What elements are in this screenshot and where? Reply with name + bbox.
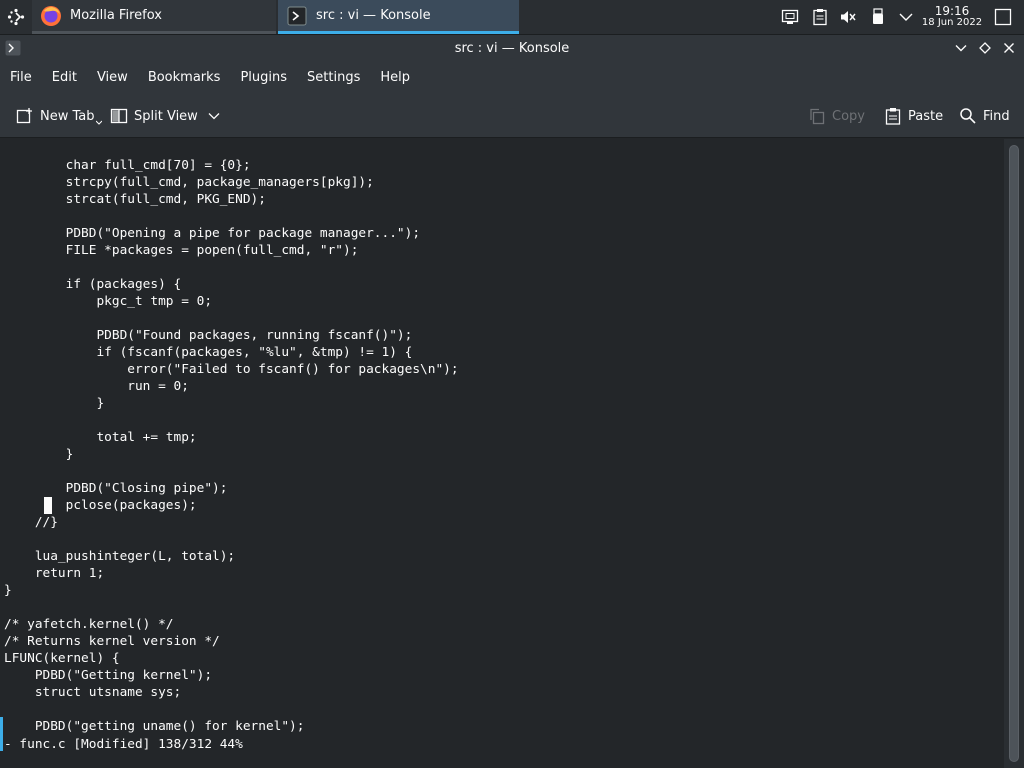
clock-date: 18 Jun 2022 bbox=[921, 17, 983, 28]
copy-button[interactable]: Copy bbox=[808, 94, 865, 138]
volume-muted-icon[interactable] bbox=[836, 0, 860, 34]
usb-device-icon[interactable] bbox=[866, 0, 890, 34]
clipboard-icon[interactable] bbox=[808, 0, 832, 34]
paste-icon bbox=[885, 108, 901, 125]
window-titlebar[interactable]: src : vi — Konsole bbox=[0, 35, 1024, 62]
find-button[interactable]: Find bbox=[959, 94, 1010, 138]
task-firefox[interactable]: Mozilla Firefox bbox=[32, 0, 276, 34]
toolbar: New Tab Split View Copy Paste Find bbox=[0, 94, 1024, 138]
minimize-icon[interactable] bbox=[952, 39, 970, 57]
vi-status-line: - func.c [Modified] 138/312 44% bbox=[4, 737, 243, 752]
clock-time: 19:16 bbox=[934, 4, 970, 18]
scrollbar-thumb[interactable] bbox=[1009, 145, 1019, 762]
menu-edit[interactable]: Edit bbox=[42, 62, 87, 94]
taskbar: Mozilla Firefox src : vi — Konsole 19:16… bbox=[0, 0, 1024, 35]
clock[interactable]: 19:16 18 Jun 2022 bbox=[920, 5, 984, 28]
line-marker bbox=[0, 717, 3, 751]
menu-plugins[interactable]: Plugins bbox=[230, 62, 297, 94]
menu-help[interactable]: Help bbox=[370, 62, 420, 94]
new-tab-label: New Tab bbox=[40, 108, 95, 124]
new-tab-button[interactable]: New Tab bbox=[16, 94, 108, 138]
new-tab-icon bbox=[16, 108, 32, 124]
window-title: src : vi — Konsole bbox=[454, 41, 570, 56]
menu-bookmarks[interactable]: Bookmarks bbox=[138, 62, 231, 94]
close-icon[interactable] bbox=[1000, 39, 1018, 57]
paste-label: Paste bbox=[908, 108, 944, 124]
find-label: Find bbox=[983, 108, 1010, 124]
search-icon bbox=[960, 108, 976, 124]
chevron-down-icon bbox=[208, 113, 220, 120]
text-cursor bbox=[44, 497, 52, 514]
split-view-icon bbox=[110, 108, 128, 124]
screen-icon[interactable] bbox=[778, 0, 802, 34]
task-konsole[interactable]: src : vi — Konsole bbox=[278, 0, 519, 34]
konsole-icon bbox=[286, 5, 308, 27]
firefox-icon bbox=[40, 5, 62, 27]
paste-button[interactable]: Paste bbox=[884, 94, 943, 138]
menu-file[interactable]: File bbox=[0, 62, 42, 94]
task-label: Mozilla Firefox bbox=[70, 8, 162, 23]
task-label: src : vi — Konsole bbox=[316, 8, 431, 23]
dropdown-corner-icon bbox=[95, 120, 102, 125]
show-desktop-icon[interactable] bbox=[990, 0, 1016, 34]
copy-label: Copy bbox=[832, 108, 865, 124]
terminal-output: char full_cmd[70] = {0}; strcpy(full_cmd… bbox=[4, 158, 459, 734]
chevron-down-icon[interactable] bbox=[894, 0, 918, 34]
split-view-button[interactable]: Split View bbox=[110, 94, 226, 138]
terminal-view[interactable]: char full_cmd[70] = {0}; strcpy(full_cmd… bbox=[0, 139, 1004, 768]
menu-settings[interactable]: Settings bbox=[297, 62, 370, 94]
maximize-icon[interactable] bbox=[976, 39, 994, 57]
menu-view[interactable]: View bbox=[87, 62, 138, 94]
menu-bar: File Edit View Bookmarks Plugins Setting… bbox=[0, 62, 1024, 94]
copy-icon bbox=[810, 108, 825, 125]
application-launcher-icon[interactable] bbox=[4, 5, 28, 29]
split-view-label: Split View bbox=[134, 108, 198, 124]
